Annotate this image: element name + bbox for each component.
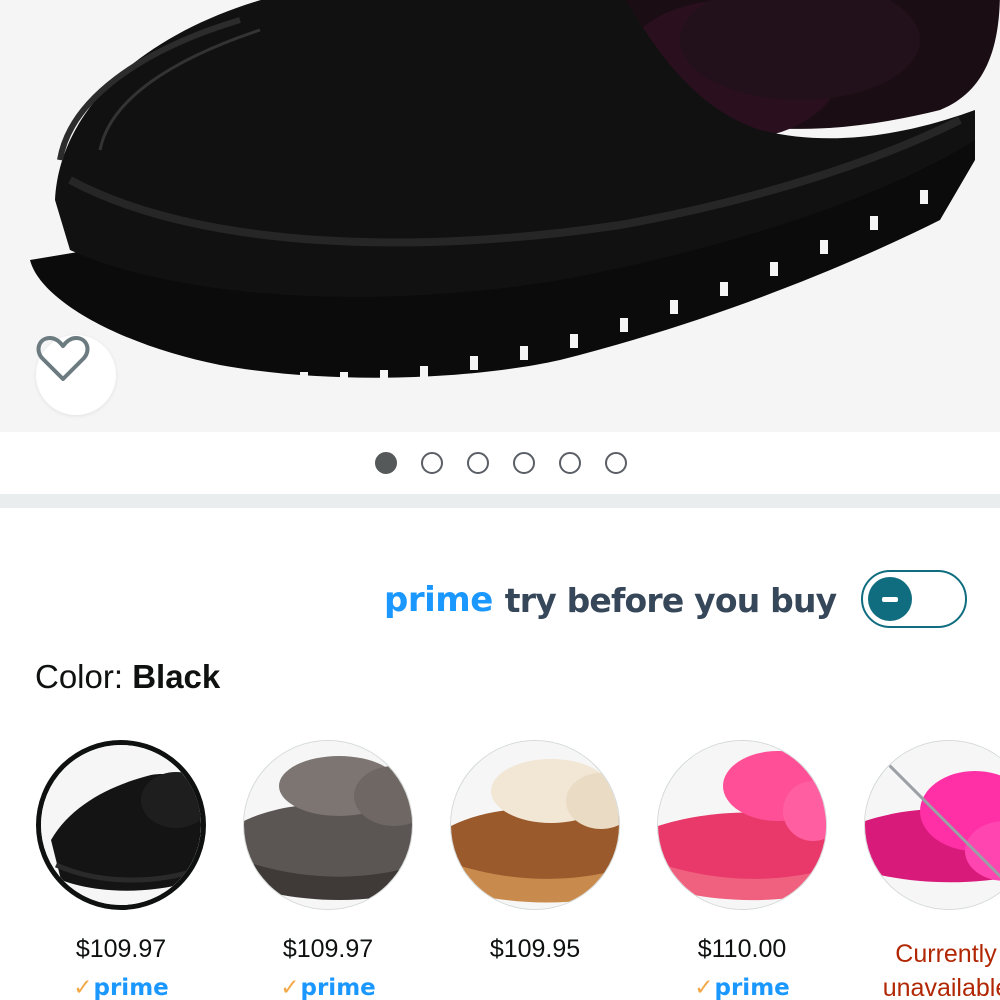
minus-icon [882, 596, 898, 602]
try-before-you-buy-toggle[interactable] [861, 570, 967, 628]
color-label: Color: Black [35, 658, 220, 696]
heart-outline-icon [36, 336, 90, 381]
unavailable-status: Currently unavailable [866, 937, 1000, 1000]
image-carousel-indicator [0, 432, 1000, 494]
product-image[interactable] [0, 0, 1000, 432]
color-swatch-black[interactable] [36, 740, 206, 910]
unavailable-line-1: Currently [895, 940, 997, 968]
swatch-image [657, 740, 827, 910]
swatch-image [243, 740, 413, 910]
color-swatch-chestnut[interactable] [450, 740, 620, 910]
prime-badge-pink: ✓prime [657, 975, 827, 1000]
prime-badge-charcoal: ✓prime [243, 975, 413, 1000]
price-pink: $110.00 [697, 935, 787, 963]
swatch-image [864, 740, 1000, 910]
try-before-you-buy-label: try before you buy [504, 580, 837, 620]
wishlist-button[interactable] [36, 335, 116, 415]
carousel-dot-1[interactable] [375, 452, 397, 474]
color-swatch-charcoal[interactable] [243, 740, 413, 910]
carousel-dot-2[interactable] [421, 452, 443, 474]
prime-check-icon: ✓ [280, 975, 300, 1000]
price-black: $109.97 [75, 935, 167, 963]
carousel-dot-5[interactable] [559, 452, 581, 474]
toggle-knob [868, 577, 912, 621]
prime-check-icon: ✓ [73, 975, 93, 1000]
prime-check-icon: ✓ [694, 975, 714, 1000]
prime-try-before-you-buy: prime try before you buy [384, 572, 837, 628]
swatch-image [36, 740, 206, 910]
prime-badge-black: ✓prime [36, 975, 206, 1000]
slipper-image [30, 0, 1000, 386]
prime-badge-text: prime [300, 975, 376, 1000]
price-charcoal: $109.97 [282, 935, 374, 963]
selected-color-name: Black [132, 658, 221, 695]
price-chestnut: $109.95 [489, 935, 581, 963]
carousel-dot-4[interactable] [513, 452, 535, 474]
prime-badge-text: prime [714, 975, 790, 1000]
carousel-dot-3[interactable] [467, 452, 489, 474]
section-divider [0, 494, 1000, 508]
swatch-image [450, 740, 620, 910]
prime-logo-text: prime [384, 580, 493, 620]
color-label-prefix: Color: [35, 658, 124, 695]
color-swatch-pink[interactable] [657, 740, 827, 910]
carousel-dot-6[interactable] [605, 452, 627, 474]
unavailable-line-2: unavailable [882, 974, 1000, 1000]
prime-badge-text: prime [93, 975, 169, 1000]
color-swatch-hot-pink[interactable] [864, 740, 1000, 910]
